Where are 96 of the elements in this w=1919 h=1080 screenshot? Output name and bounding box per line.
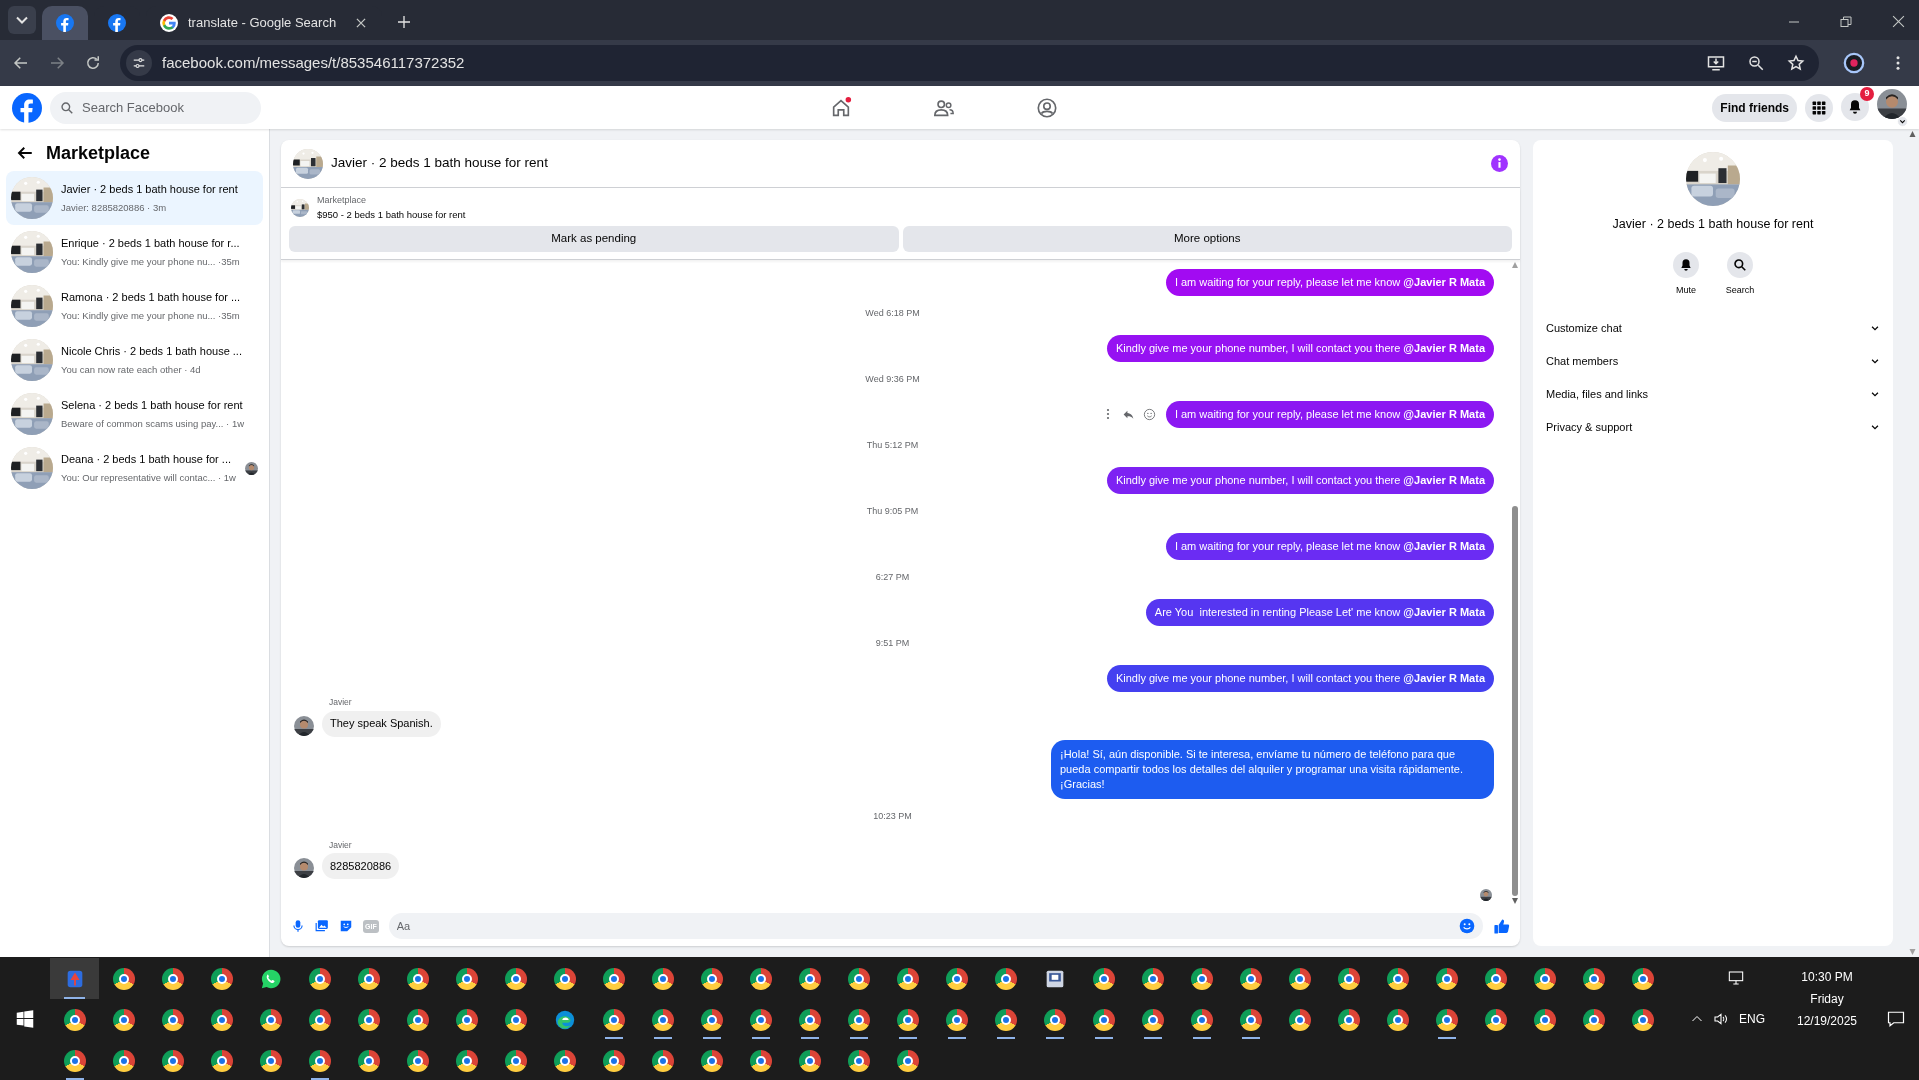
windows-start-icon[interactable]	[16, 1009, 34, 1028]
thumbs-up-icon[interactable]	[1493, 917, 1510, 935]
restore-icon[interactable]	[1840, 15, 1852, 28]
star-icon[interactable]	[1787, 54, 1805, 72]
sent-message: I am waiting for your reply, please let me know @Javier R Mata	[1165, 268, 1494, 296]
timestamp: Wed 6:18 PM	[865, 307, 920, 320]
sent-message: I am waiting for your reply, please let me know @Javier R Mata	[1165, 532, 1494, 560]
timestamp: Thu 5:12 PM	[866, 439, 919, 452]
notification-badge: 9	[1860, 87, 1874, 101]
conversation-title: Nicole Chris · 2 beds 1 bath house ...	[61, 344, 243, 360]
tab-title: translate - Google Search	[188, 14, 338, 33]
search-field[interactable]: Search Facebook	[50, 91, 261, 124]
speaker-icon[interactable]	[1713, 1010, 1729, 1027]
facebook-logo-icon	[56, 14, 74, 32]
info-icon[interactable]	[1491, 155, 1508, 172]
sent-message: Kindly give me your phone number, I will contact you there @Javier R Mata	[1106, 664, 1494, 692]
sender-name: Javier	[329, 838, 353, 852]
scroll-up-icon[interactable]	[1511, 261, 1519, 268]
home-icon[interactable]	[830, 96, 852, 119]
mute-button[interactable]: Mute	[1668, 251, 1704, 298]
sent-message: Are You interested in renting Please Let' me know @Javier R Mata	[1145, 598, 1494, 626]
conversation-name: Javier · 2 beds 1 bath house for rent	[1612, 216, 1814, 233]
tab-search-button[interactable]	[8, 6, 36, 34]
find-friends-button[interactable]: Find friends	[1712, 93, 1797, 122]
conversation-preview: Javier: 8285820886 · 3m	[61, 200, 168, 215]
conversation-preview: You: Kindly give me your phone nu... ·35m	[61, 254, 241, 269]
conversation-title: Javier · 2 beds 1 bath house for rent	[61, 182, 239, 198]
app-icon[interactable]	[50, 958, 99, 999]
search-icon[interactable]	[1727, 251, 1753, 278]
search-icon	[60, 100, 74, 115]
extension-icon[interactable]	[1843, 52, 1865, 74]
clock[interactable]: 10:30 PM Friday 12/19/2025	[1787, 969, 1867, 1028]
address-bar[interactable]: facebook.com/messages/t/853546117372352	[120, 45, 1819, 81]
details-section[interactable]: Media, files and links	[1545, 377, 1881, 411]
conversation-title: Selena · 2 beds 1 bath house for rent	[61, 398, 244, 414]
conversation-preview: You: Our representative will contac... · 1w	[61, 470, 237, 485]
conversation-preview: You can now rate each other · 4d	[61, 362, 202, 377]
sidebar-title: Marketplace	[46, 141, 151, 165]
zoom-icon[interactable]	[1747, 54, 1765, 72]
search-input[interactable]: Search Facebook	[82, 97, 232, 118]
facebook-logo-icon[interactable]	[12, 92, 42, 123]
url-text: facebook.com/messages/t/853546117372352	[162, 52, 466, 73]
action-button[interactable]: More options	[902, 225, 1512, 252]
timestamp: 10:23 PM	[873, 809, 912, 823]
emoji-icon[interactable]	[1142, 407, 1156, 421]
search-button[interactable]: Search	[1722, 251, 1758, 298]
conversation-title: Enrique · 2 beds 1 bath house for r...	[61, 236, 241, 252]
conversation-item[interactable]: Javier · 2 beds 1 bath house for rent Javier: 8285820886 · 3m	[6, 171, 263, 225]
conversation-preview: You: Kindly give me your phone nu... ·35m	[61, 308, 241, 323]
action-button[interactable]: Mark as pending	[289, 225, 899, 252]
received-message: 8285820886	[322, 853, 400, 880]
details-section[interactable]: Privacy & support	[1545, 410, 1881, 444]
browser-tab[interactable]	[42, 6, 88, 40]
sent-message: ¡Hola! Sí, aún disponible. Si te interesa, envíame tu número de teléfono para que pueda compartir todos los detalles del alquiler y programar una visita rápidamente. ¡Gracias!	[1051, 739, 1494, 799]
close-icon[interactable]	[354, 16, 368, 30]
new-tab-icon[interactable]	[396, 14, 412, 30]
reload-icon[interactable]	[84, 54, 102, 72]
sent-message: Kindly give me your phone number, I will contact you there @Javier R Mata	[1106, 466, 1494, 494]
sender-name: Javier	[329, 695, 353, 709]
caret-icon[interactable]	[16, 16, 28, 24]
listing-label: Marketplace	[317, 194, 368, 207]
listing-price: $950 - 2 beds 1 bath house for rent	[317, 207, 466, 222]
site-settings-icon[interactable]	[126, 50, 152, 76]
bell-icon[interactable]	[1673, 251, 1699, 278]
chat-title: Javier · 2 beds 1 bath house for rent	[331, 154, 549, 173]
received-message: They speak Spanish.	[322, 710, 441, 737]
scroll-down-icon[interactable]	[1511, 898, 1519, 904]
close-icon[interactable]	[1892, 15, 1905, 28]
language-indicator[interactable]: ENG	[1739, 1009, 1765, 1028]
apps-grid-icon[interactable]	[1805, 93, 1833, 122]
scrollbar-thumb[interactable]	[1512, 506, 1518, 896]
message-field[interactable]: Aa	[388, 913, 1483, 939]
timestamp: 6:27 PM	[875, 571, 910, 584]
sent-message: I am waiting for your reply, please let me know @Javier R Mata	[1165, 400, 1494, 428]
image-icon[interactable]	[315, 919, 329, 933]
back-arrow-icon[interactable]	[16, 144, 34, 162]
facebook-logo-icon	[108, 14, 126, 32]
sent-message: Kindly give me your phone number, I will contact you there @Javier R Mata	[1106, 334, 1494, 362]
details-section[interactable]: Chat members	[1545, 344, 1881, 378]
sticker-icon[interactable]	[339, 919, 353, 933]
scroll-up-icon[interactable]	[1907, 131, 1917, 137]
google-logo-icon	[160, 14, 178, 32]
notifications-icon[interactable]	[1887, 1009, 1905, 1028]
install-app-icon[interactable]	[1707, 54, 1725, 72]
back-icon[interactable]	[12, 54, 30, 72]
microphone-icon[interactable]	[291, 919, 305, 933]
details-section[interactable]: Customize chat	[1545, 311, 1881, 345]
timestamp: Thu 9:05 PM	[866, 505, 919, 518]
conversation-title: Deana · 2 beds 1 bath house for ...	[61, 452, 232, 468]
conversation-title: Ramona · 2 beds 1 bath house for ...	[61, 290, 242, 306]
profile-icon[interactable]	[1036, 96, 1058, 119]
conversation-preview: Beware of common scams using pay... · 1w	[61, 416, 246, 431]
emoji-icon[interactable]	[1459, 918, 1475, 934]
timestamp: Wed 9:36 PM	[865, 373, 920, 386]
timestamp: 9:51 PM	[875, 637, 910, 650]
message-input[interactable]: Aa	[396, 917, 1459, 935]
